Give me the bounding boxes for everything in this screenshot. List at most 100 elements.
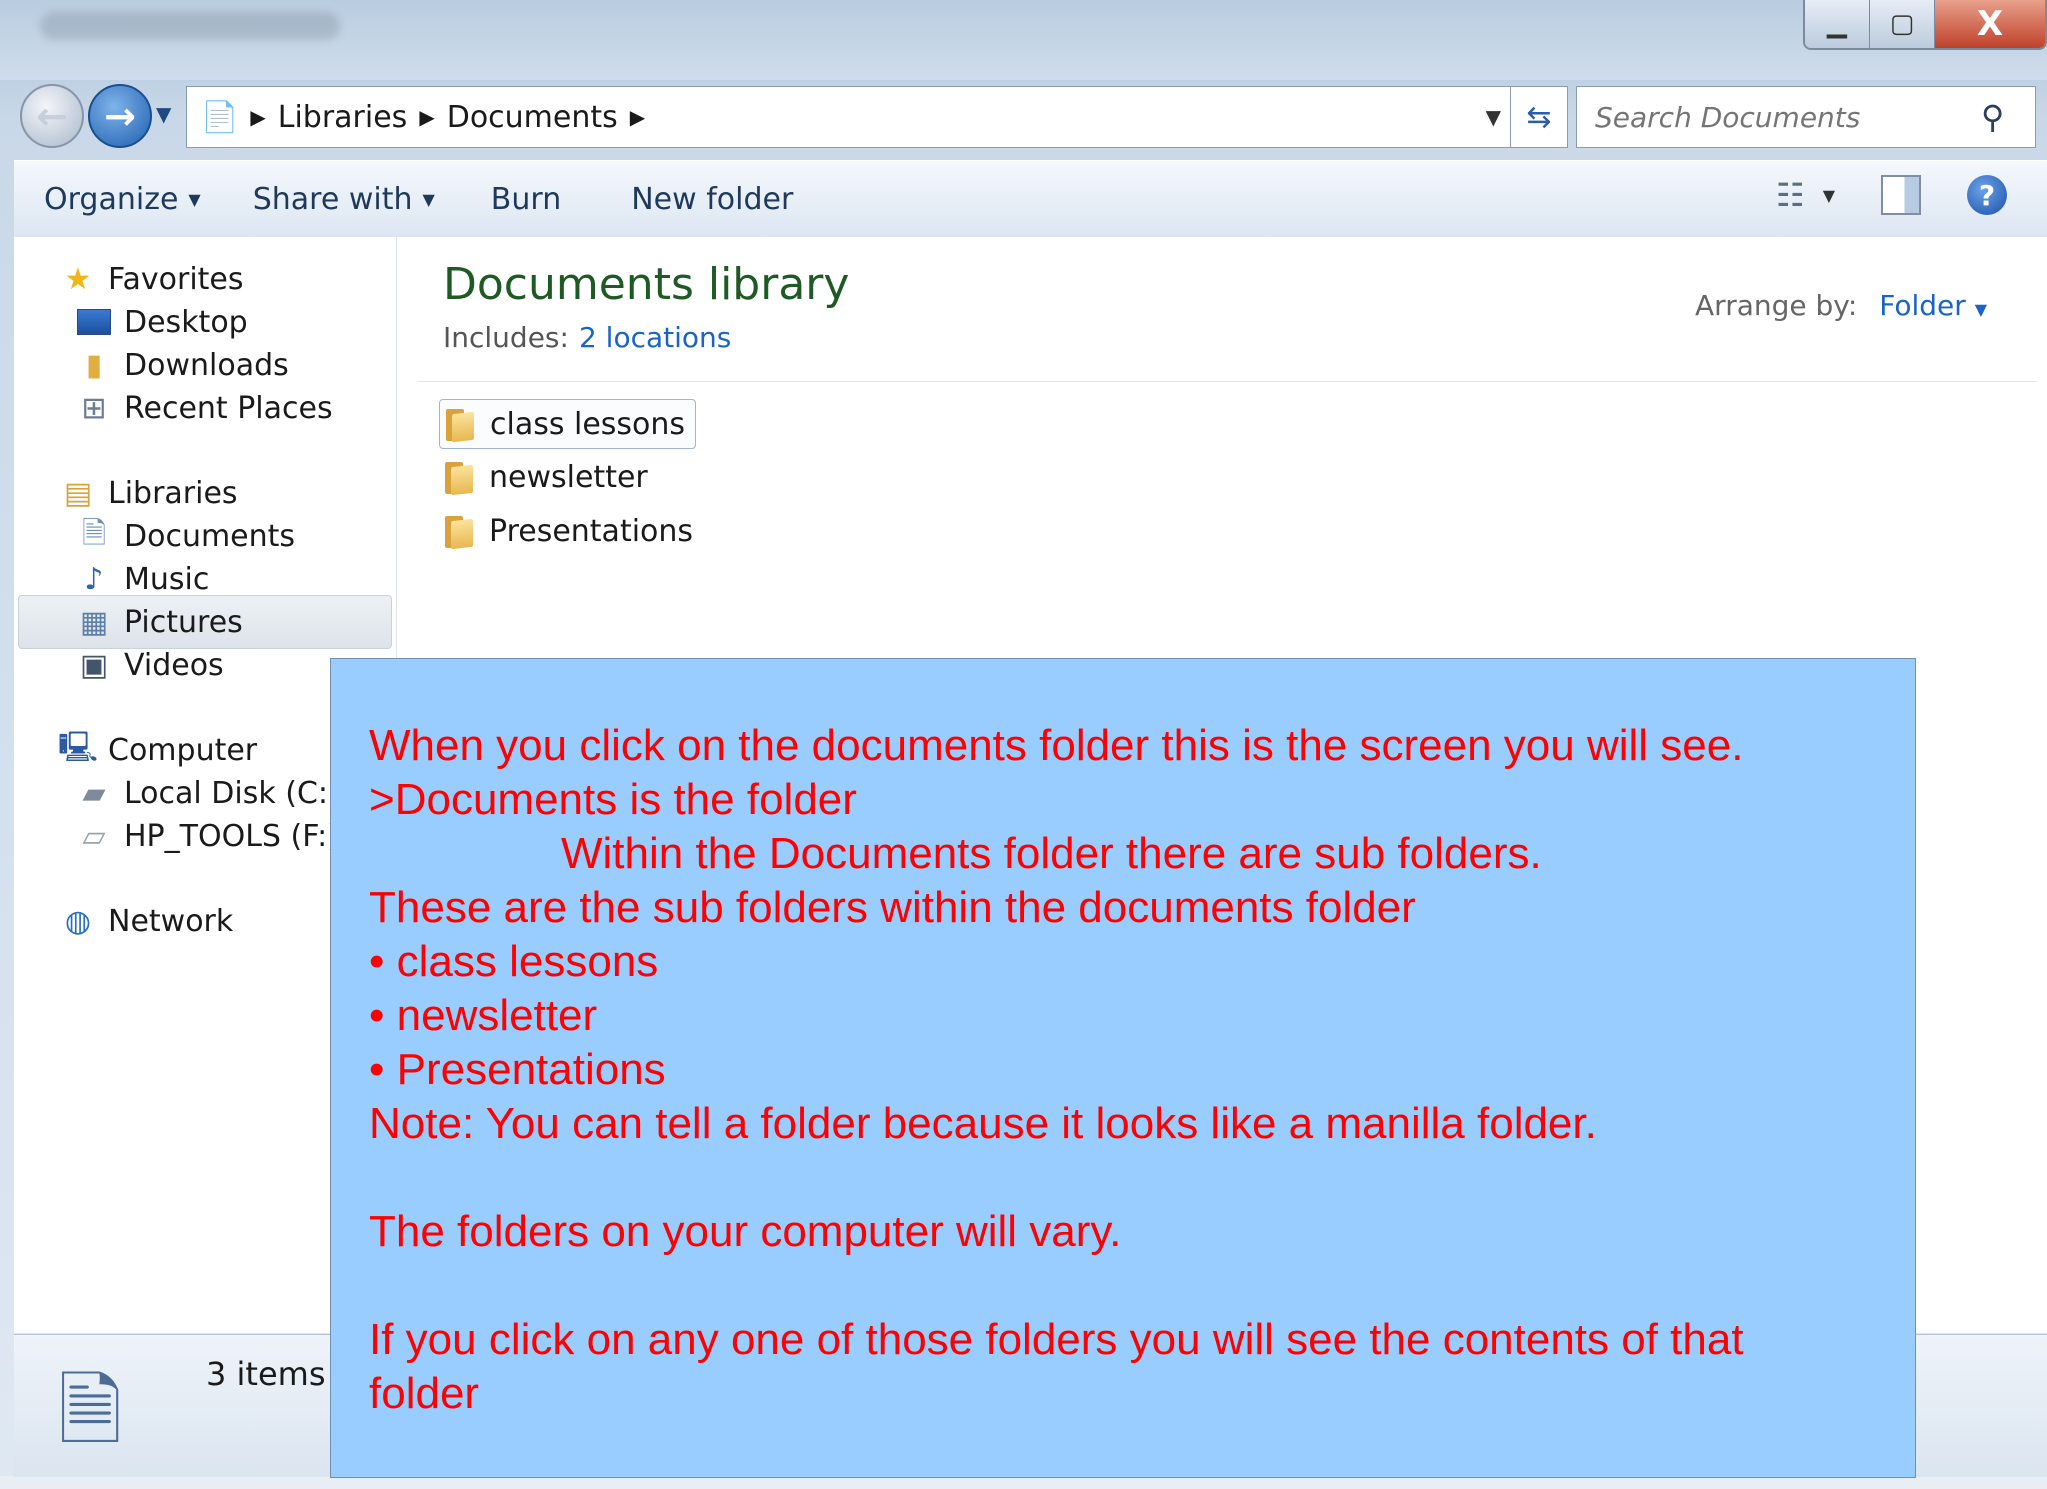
desktop-icon	[74, 302, 114, 342]
item-count: 3 items	[206, 1355, 326, 1393]
folder-icon	[446, 407, 476, 443]
folder-item[interactable]: class lessons	[439, 399, 697, 449]
burn-button[interactable]: Burn	[491, 182, 561, 217]
view-details-icon: ☷	[1776, 176, 1805, 214]
sidebar-item-label: Downloads	[124, 347, 289, 383]
sidebar-item-label: Pictures	[124, 604, 243, 640]
title-bar: ▁ ▢ X	[0, 0, 2047, 80]
sidebar-item-favorites[interactable]: ★ Favorites	[58, 259, 244, 299]
sidebar-item-label: Favorites	[108, 261, 244, 297]
arrange-label: Arrange by:	[1695, 289, 1858, 322]
network-globe-icon: ◍	[64, 903, 92, 939]
sidebar-item-label: Videos	[124, 647, 224, 683]
help-icon[interactable]: ?	[1967, 175, 2007, 215]
address-bar[interactable]: 📄 ▶ Libraries ▶ Documents ▶ ▼	[186, 86, 1512, 148]
callout-line: When you click on the documents folder t…	[369, 721, 1744, 770]
folder-item[interactable]: newsletter	[439, 453, 658, 501]
caret-down-icon: ▼	[1822, 185, 1835, 205]
refresh-icon: ⇆	[1526, 99, 1552, 135]
change-view-button[interactable]: ☷ ▼	[1776, 176, 1835, 214]
arrange-value: Folder	[1879, 289, 1966, 322]
chevron-right-icon[interactable]: ▶	[250, 105, 265, 129]
address-dropdown-icon[interactable]: ▼	[1486, 105, 1501, 129]
sidebar-item-recent-places[interactable]: ⊞ Recent Places	[74, 388, 333, 428]
explorer-window: ▁ ▢ X ← → ▼ 📄 ▶ Libraries ▶ Documents ▶ …	[0, 0, 2047, 1478]
callout-line: If you click on any one of those folders…	[369, 1315, 1744, 1364]
music-icon: ♪	[84, 561, 104, 597]
sidebar-item-downloads[interactable]: ▮ Downloads	[74, 345, 289, 385]
library-icon: 📄	[201, 99, 239, 135]
share-with-label: Share with	[252, 181, 413, 217]
callout-line: folder	[369, 1369, 480, 1418]
sidebar-item-label: Desktop	[124, 304, 248, 340]
callout-line: Note: You can tell a folder because it l…	[369, 1099, 1597, 1148]
back-button[interactable]: ←	[20, 84, 84, 148]
videos-icon: ▣	[79, 647, 109, 683]
sidebar-item-videos[interactable]: ▣ Videos	[74, 645, 224, 685]
locations-link[interactable]: 2 locations	[579, 321, 731, 354]
star-icon: ★	[64, 261, 92, 297]
search-input[interactable]	[1593, 99, 1977, 135]
annotation-callout: When you click on the documents folder t…	[330, 658, 1916, 1478]
chevron-right-icon[interactable]: ▶	[630, 105, 645, 129]
window-title-blurred	[40, 12, 340, 40]
refresh-button[interactable]: ⇆	[1510, 86, 1568, 148]
removable-disk-icon: ▱	[82, 818, 106, 854]
search-box[interactable]: ⚲	[1576, 86, 2036, 148]
folder-item[interactable]: Presentations	[439, 507, 703, 555]
callout-line: These are the sub folders within the doc…	[369, 883, 1416, 932]
breadcrumb-libraries[interactable]: Libraries	[278, 100, 408, 135]
sidebar-item-local-disk[interactable]: ▰ Local Disk (C:)	[74, 773, 339, 813]
organize-label: Organize	[44, 181, 179, 217]
close-button[interactable]: X	[1935, 0, 2045, 48]
share-with-button[interactable]: Share with ▼	[253, 182, 435, 217]
folder-icon	[445, 460, 475, 496]
sidebar-item-label: Recent Places	[124, 390, 333, 426]
sidebar-item-label: Network	[108, 903, 234, 939]
downloads-folder-icon: ▮	[85, 347, 103, 383]
sidebar-item-desktop[interactable]: Desktop	[74, 302, 248, 342]
page-title: Documents library	[443, 259, 850, 310]
chevron-right-icon[interactable]: ▶	[419, 105, 434, 129]
includes-label: Includes:	[443, 321, 569, 354]
toolbar-right: ☷ ▼ ?	[1776, 175, 2007, 215]
sidebar-item-network[interactable]: ◍ Network	[58, 901, 233, 941]
callout-line: >Documents is the folder	[369, 775, 857, 824]
organize-button[interactable]: Organize ▼	[44, 182, 201, 217]
arrange-by: Arrange by: Folder ▼	[1695, 289, 1987, 322]
divider	[417, 381, 2037, 382]
breadcrumb-documents[interactable]: Documents	[447, 100, 618, 135]
back-arrow-icon: ←	[36, 94, 68, 138]
sidebar-item-label: HP_TOOLS (F:)	[124, 818, 339, 854]
hard-disk-icon: ▰	[82, 775, 106, 811]
window-controls: ▁ ▢ X	[1803, 0, 2047, 50]
forward-arrow-icon: →	[104, 94, 136, 138]
forward-button[interactable]: →	[88, 84, 152, 148]
library-includes: Includes: 2 locations	[443, 321, 731, 354]
documents-icon: 🗎	[81, 515, 107, 551]
callout-bullet: • class lessons	[369, 937, 659, 986]
sidebar-item-label: Music	[124, 561, 210, 597]
sidebar-item-libraries[interactable]: ▤ Libraries	[58, 473, 238, 513]
arrange-dropdown[interactable]: Folder ▼	[1879, 289, 1987, 322]
minimize-button[interactable]: ▁	[1805, 0, 1870, 48]
caret-down-icon: ▼	[1974, 300, 1987, 319]
search-icon[interactable]: ⚲	[1981, 98, 2004, 136]
caret-down-icon: ▼	[188, 189, 201, 209]
sidebar-item-label: Documents	[124, 518, 296, 554]
new-folder-button[interactable]: New folder	[631, 182, 793, 217]
command-bar: Organize ▼ Share with ▼ Burn New folder ☷ …	[14, 160, 2047, 238]
sidebar-item-music[interactable]: ♪ Music	[74, 559, 209, 599]
sidebar-item-label: Computer	[108, 732, 258, 768]
sidebar-item-documents[interactable]: 🗎 Documents	[74, 516, 295, 556]
maximize-button[interactable]: ▢	[1870, 0, 1935, 48]
callout-line: Within the Documents folder there are su…	[561, 829, 1542, 878]
preview-pane-icon[interactable]	[1881, 175, 1921, 215]
callout-bullet: • Presentations	[369, 1045, 666, 1094]
history-dropdown-icon[interactable]: ▼	[156, 102, 171, 126]
folder-name: Presentations	[489, 513, 694, 549]
sidebar-item-pictures[interactable]: ▦ Pictures	[74, 602, 243, 642]
sidebar-item-hp-tools[interactable]: ▱ HP_TOOLS (F:)	[74, 816, 339, 856]
sidebar-item-label: Libraries	[108, 475, 238, 511]
sidebar-item-computer[interactable]: 🖳 Computer	[58, 730, 257, 770]
